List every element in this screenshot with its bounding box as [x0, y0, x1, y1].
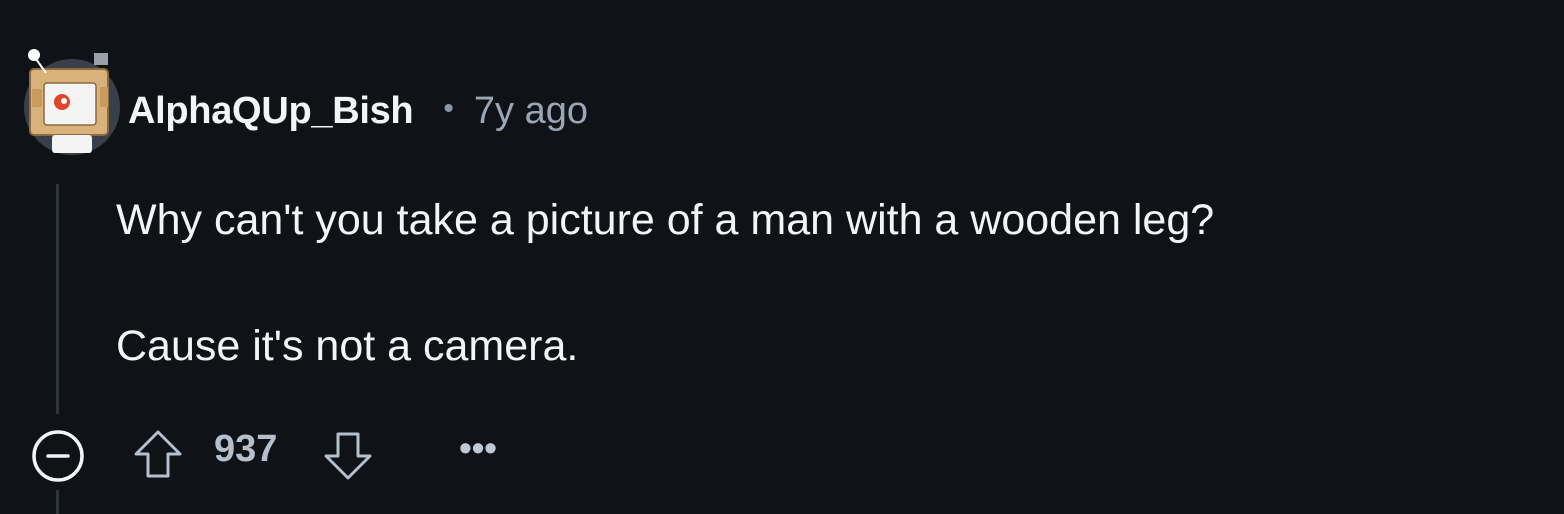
vote-score: 937 [214, 428, 278, 470]
user-avatar[interactable] [22, 45, 122, 160]
arrow-down-outline-icon[interactable] [320, 426, 376, 482]
comment-timestamp: 7y ago [473, 89, 588, 132]
meta-separator: • [443, 92, 454, 125]
thread-line-continued[interactable] [56, 490, 59, 514]
more-options-button[interactable]: ••• [450, 424, 506, 480]
comment-meta: AlphaQUp_Bish • 7y ago [128, 86, 588, 136]
comment: AlphaQUp_Bish • 7y ago Why can't you tak… [0, 0, 1564, 514]
comment-body-line-2: Cause it's not a camera. [116, 322, 579, 370]
comment-actions: 937 ••• [30, 424, 530, 484]
comment-body-line-1: Why can't you take a picture of a man wi… [116, 196, 1215, 244]
minus-circle-icon[interactable] [30, 426, 86, 482]
author-username[interactable]: AlphaQUp_Bish [128, 90, 414, 133]
thread-line[interactable] [56, 184, 59, 414]
arrow-up-outline-icon[interactable] [130, 426, 186, 482]
